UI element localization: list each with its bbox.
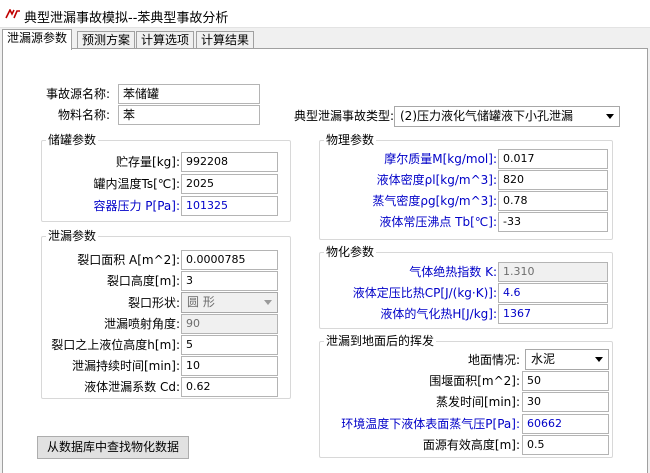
leak-params-title: 泄漏参数 (46, 228, 99, 244)
surface-height-input[interactable]: 0.5 (522, 435, 609, 455)
jet-angle-label: 泄漏喷射角度: (103, 317, 180, 331)
ground-condition-label: 地面情况: (467, 353, 520, 367)
container-pressure-label: 容器压力 P[Pa]: (93, 199, 180, 213)
vapor-density-input[interactable]: 0.78 (498, 191, 608, 211)
storage-capacity-label: 贮存量[kg]: (116, 155, 180, 169)
ground-evaporation-group: 泄漏到地面后的挥发 地面情况: 水泥 围堰面积[m^2]: 50 蒸发时间[mi… (319, 333, 613, 458)
opening-shape-select[interactable]: 圆 形 (181, 292, 278, 313)
storage-params-group: 储罐参数 贮存量[kg]: 992208 罐内温度Ts[℃]: 2025 容器压… (41, 132, 291, 222)
scenario-label: 典型泄漏事故类型: (293, 109, 394, 123)
opening-shape-label: 裂口形状: (127, 296, 180, 310)
opening-shape-value: 圆 形 (187, 295, 215, 309)
tab-strip: 泄漏源参数 预测方案 计算选项 计算结果 (0, 29, 650, 50)
chevron-down-icon (264, 300, 272, 305)
source-name-label: 事故源名称: (45, 87, 110, 101)
specific-heat-label: 液体定压比热CP[J/(kg·K)]: (352, 286, 497, 300)
chevron-down-icon (595, 357, 603, 362)
app-logo-icon (5, 9, 20, 19)
chemical-params-group: 物化参数 气体绝热指数 K: 1.310 液体定压比热CP[J/(kg·K)]:… (319, 244, 613, 329)
vaporization-heat-input[interactable]: 1367 (498, 304, 608, 324)
container-pressure-input[interactable]: 101325 (181, 196, 278, 216)
tank-temperature-label: 罐内温度Ts[℃]: (93, 177, 180, 191)
dike-area-input[interactable]: 50 (522, 371, 609, 391)
title-bar: 典型泄漏事故模拟--苯典型事故分析 (0, 0, 650, 28)
liquid-density-input[interactable]: 820 (498, 170, 608, 190)
source-name-input[interactable]: 苯储罐 (118, 84, 260, 104)
material-name-input[interactable]: 苯 (118, 105, 260, 125)
storage-capacity-input[interactable]: 992208 (181, 152, 278, 172)
opening-area-input[interactable]: 0.0000785 (181, 250, 278, 270)
specific-heat-input[interactable]: 4.6 (498, 283, 608, 303)
leak-params-group: 泄漏参数 裂口面积 A[m^2]: 0.0000785 裂口高度[m]: 3 裂… (41, 228, 291, 399)
vapor-pressure-label: 环境温度下液体表面蒸气压P[Pa]: (341, 417, 520, 431)
ground-evaporation-title: 泄漏到地面后的挥发 (324, 333, 437, 349)
liquid-level-label: 裂口之上液位高度h[m]: (51, 338, 180, 352)
liquid-level-input[interactable]: 5 (181, 335, 278, 355)
opening-height-input[interactable]: 3 (181, 271, 278, 291)
molar-mass-label: 摩尔质量M[kg/mol]: (384, 152, 497, 166)
evaporation-time-input[interactable]: 30 (522, 392, 609, 412)
vaporization-heat-label: 液体的气化热H[J/kg]: (380, 307, 497, 321)
leak-coefficient-label: 液体泄漏系数 Cd: (84, 380, 180, 394)
tank-temperature-input[interactable]: 2025 (181, 174, 278, 194)
chevron-down-icon (606, 114, 614, 119)
scenario-select-value: (2)压力液化气储罐液下小孔泄漏 (400, 109, 573, 123)
jet-angle-input[interactable]: 90 (181, 314, 278, 334)
scenario-select[interactable]: (2)压力液化气储罐液下小孔泄漏 (394, 106, 620, 127)
tab-leak-source-params[interactable]: 泄漏源参数 (2, 29, 73, 50)
boiling-point-input[interactable]: -33 (498, 212, 608, 232)
adiabatic-index-input[interactable]: 1.310 (498, 262, 608, 282)
opening-area-label: 裂口面积 A[m^2]: (77, 253, 180, 267)
tab-pane: 事故源名称: 苯储罐 物料名称: 苯 典型泄漏事故类型: (2)压力液化气储罐液… (2, 48, 648, 473)
dike-area-label: 围堰面积[m^2]: (429, 374, 520, 388)
leak-coefficient-input[interactable]: 0.62 (181, 377, 278, 397)
adiabatic-index-label: 气体绝热指数 K: (409, 265, 497, 279)
physical-params-title: 物理参数 (324, 132, 377, 148)
lookup-db-button[interactable]: 从数据库中查找物化数据 (37, 436, 189, 459)
surface-height-label: 面源有效高度[m]: (422, 438, 520, 452)
leak-duration-input[interactable]: 10 (181, 356, 278, 376)
liquid-density-label: 液体密度ρl[kg/m^3]: (376, 173, 497, 187)
evaporation-time-label: 蒸发时间[min]: (435, 395, 520, 409)
leak-duration-label: 泄漏持续时间[min]: (71, 359, 180, 373)
window-title: 典型泄漏事故模拟--苯典型事故分析 (24, 11, 229, 26)
molar-mass-input[interactable]: 0.017 (498, 149, 608, 169)
storage-params-title: 储罐参数 (46, 132, 99, 148)
ground-condition-select[interactable]: 水泥 (525, 349, 609, 370)
vapor-density-label: 蒸气密度ρg[kg/m^3]: (372, 194, 497, 208)
vapor-pressure-input[interactable]: 60662 (522, 414, 609, 434)
boiling-point-label: 液体常压沸点 Tb[℃]: (379, 215, 497, 229)
ground-condition-value: 水泥 (531, 352, 556, 366)
material-name-label: 物料名称: (57, 108, 110, 122)
opening-height-label: 裂口高度[m]: (106, 274, 180, 288)
chemical-params-title: 物化参数 (324, 244, 377, 260)
physical-params-group: 物理参数 摩尔质量M[kg/mol]: 0.017 液体密度ρl[kg/m^3]… (319, 132, 613, 240)
